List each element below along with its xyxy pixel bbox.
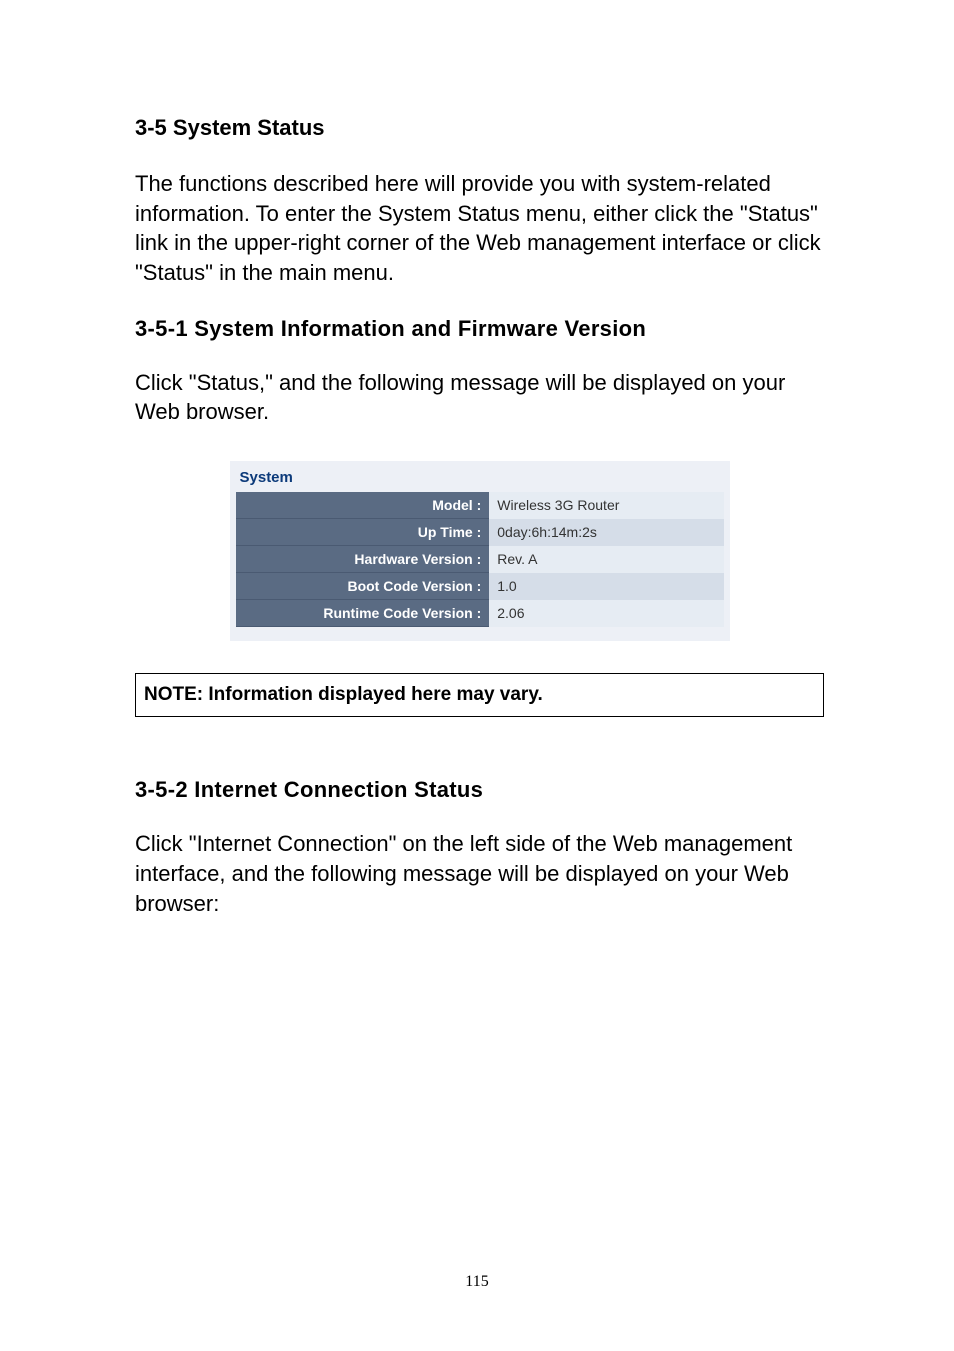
- system-info-table: Model : Wireless 3G Router Up Time : 0da…: [236, 492, 724, 627]
- row-value: 0day:6h:14m:2s: [489, 519, 723, 546]
- row-value: Wireless 3G Router: [489, 492, 723, 519]
- table-row: Up Time : 0day:6h:14m:2s: [236, 519, 724, 546]
- subsection-number: 3-5-2: [135, 777, 188, 802]
- section-heading: 3-5 System Status: [135, 115, 824, 141]
- subsection-title: Internet Connection Status: [194, 777, 483, 802]
- row-value: 2.06: [489, 600, 723, 627]
- row-label: Boot Code Version :: [236, 573, 490, 600]
- note-box: NOTE: Information displayed here may var…: [135, 673, 824, 717]
- section-number: 3-5: [135, 115, 167, 140]
- page-number: 115: [0, 1273, 954, 1291]
- table-row: Boot Code Version : 1.0: [236, 573, 724, 600]
- subsection-heading-2: 3-5-2 Internet Connection Status: [135, 777, 824, 803]
- system-info-panel: System Model : Wireless 3G Router Up Tim…: [230, 461, 730, 641]
- table-row: Hardware Version : Rev. A: [236, 546, 724, 573]
- intro-paragraph: The functions described here will provid…: [135, 169, 824, 288]
- table-row: Runtime Code Version : 2.06: [236, 600, 724, 627]
- row-label: Up Time :: [236, 519, 490, 546]
- row-label: Model :: [236, 492, 490, 519]
- table-row: Model : Wireless 3G Router: [236, 492, 724, 519]
- section-title: System Status: [173, 115, 325, 140]
- row-value: 1.0: [489, 573, 723, 600]
- row-value: Rev. A: [489, 546, 723, 573]
- subsection-heading-1: 3-5-1 System Information and Firmware Ve…: [135, 316, 824, 342]
- system-panel-title: System: [236, 467, 724, 492]
- row-label: Runtime Code Version :: [236, 600, 490, 627]
- row-label: Hardware Version :: [236, 546, 490, 573]
- subsection-title: System Information and Firmware Version: [194, 316, 646, 341]
- subsection-2-paragraph: Click "Internet Connection" on the left …: [135, 829, 824, 918]
- subsection-number: 3-5-1: [135, 316, 188, 341]
- subsection-1-paragraph: Click "Status," and the following messag…: [135, 368, 824, 427]
